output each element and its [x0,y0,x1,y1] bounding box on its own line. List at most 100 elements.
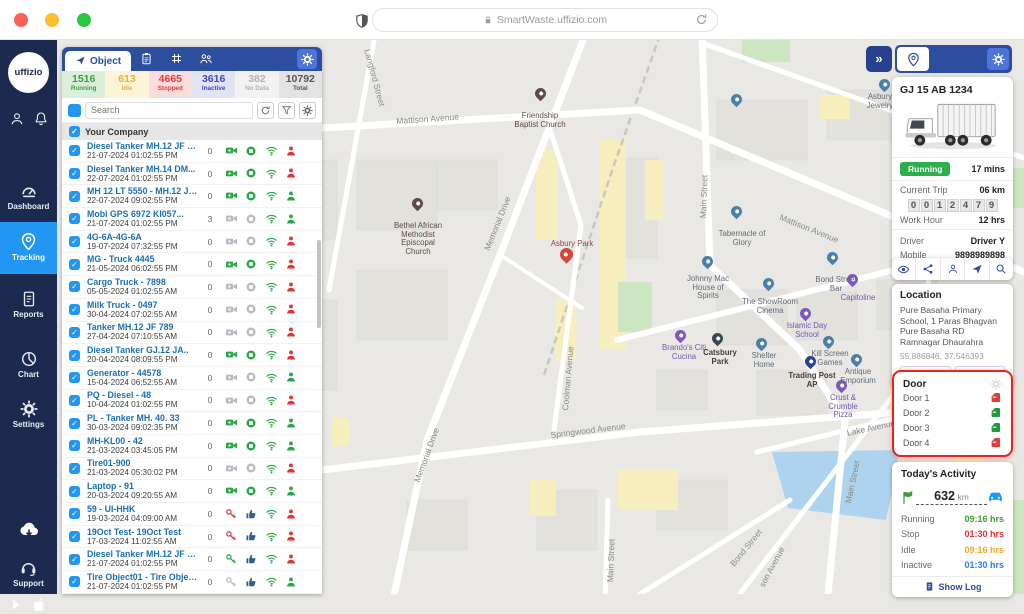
search-input[interactable] [85,102,253,119]
list-scrollbar[interactable] [317,240,321,328]
window-zoom-button[interactable] [77,13,91,27]
object-row[interactable]: ✓ Diesel Tanker MH.14 DM... 22-07-2024 0… [62,163,322,186]
address-bar[interactable]: SmartWaste.uffizio.com [372,8,718,32]
object-name[interactable]: Tire Object01 - Tire Object.... [87,572,199,582]
object-name[interactable]: 19Oct Test- 19Oct Test [87,527,199,537]
object-row[interactable]: ✓ PL - Tanker MH. 40. 33 30-03-2024 09:0… [62,412,322,435]
object-name[interactable]: Diesel Tanker MH.14 DM... [87,164,199,174]
driver-icon[interactable] [941,258,965,280]
status-count-cell[interactable]: 613 Idle [105,71,148,98]
object-name[interactable]: PL - Tanker MH. 40. 33 [87,413,199,423]
status-count-cell[interactable]: 4665 Stopped [149,71,192,98]
window-minimize-button[interactable] [45,13,59,27]
sidebar-item-chart[interactable]: Chart [0,344,57,387]
row-checkbox[interactable]: ✓ [69,463,80,474]
row-checkbox[interactable]: ✓ [69,576,80,587]
object-name[interactable]: MH 12 LT 5550 - MH.12 JF 7... [87,186,199,196]
row-checkbox[interactable]: ✓ [69,304,80,315]
list-settings-button[interactable] [299,102,316,119]
tab-groups[interactable] [191,50,221,68]
object-row[interactable]: ✓ Tire01-900 21-03-2024 05:30:02 PM 0 [62,458,322,481]
eye-icon[interactable] [892,258,916,280]
row-checkbox[interactable]: ✓ [69,327,80,338]
select-all-checkbox[interactable] [68,104,81,117]
object-row[interactable]: ✓ Diesel Tanker GJ.12 JA.. 20-04-2024 08… [62,344,322,367]
panel-settings-button[interactable] [297,49,317,69]
row-checkbox[interactable]: ✓ [69,418,80,429]
user-icon[interactable] [9,110,25,128]
window-close-button[interactable] [14,13,28,27]
vehicle-panel-settings-button[interactable] [987,48,1009,70]
row-checkbox[interactable]: ✓ [69,213,80,224]
cloud-download-icon[interactable] [0,518,57,540]
object-row[interactable]: ✓ Diesel Tanker MH.12 JF 7... 21-07-2024… [62,548,322,571]
navigate-icon[interactable] [965,258,989,280]
tab-grid[interactable] [161,50,191,68]
object-row[interactable]: ✓ Generator - 44578 15-04-2024 06:52:55 … [62,367,322,390]
object-name[interactable]: Cargo Truck - 7898 [87,277,199,287]
tab-clipboard[interactable] [131,50,161,68]
sidebar-item-settings[interactable]: Settings [0,394,57,437]
status-count-cell[interactable]: 3616 Inactive [192,71,235,98]
object-row[interactable]: ✓ Tire Object01 - Tire Object.... 21-07-… [62,571,322,594]
object-row[interactable]: ✓ Laptop - 91 20-03-2024 09:20:55 AM 0 [62,480,322,503]
status-count-cell[interactable]: 10792 Total [279,71,322,98]
object-row[interactable]: ✓ MH 12 LT 5550 - MH.12 JF 7... 22-07-20… [62,185,322,208]
row-checkbox[interactable]: ✓ [69,486,80,497]
object-row[interactable]: ✓ Diesel Tanker MH.12 JF 7... 21-07-2024… [62,140,322,163]
object-row[interactable]: ✓ MG - Truck 4445 21-05-2024 06:02:55 PM… [62,253,322,276]
row-checkbox[interactable]: ✓ [69,440,80,451]
bell-icon[interactable] [33,110,49,128]
shield-icon[interactable] [354,12,370,30]
object-name[interactable]: Mobi GPS 6972 KI057... [87,209,199,219]
object-row[interactable]: ✓ Milk Truck - 0497 30-04-2024 07:02:55 … [62,299,322,322]
row-checkbox[interactable]: ✓ [69,168,80,179]
object-row[interactable]: ✓ Mobi GPS 6972 KI057... 21-07-2024 01:0… [62,208,322,231]
reload-icon[interactable] [695,13,708,26]
filter-button[interactable] [278,102,295,119]
object-row[interactable]: ✓ 59 - UI-HHK 19-03-2024 04:09:00 AM 0 [62,503,322,526]
object-name[interactable]: Tanker MH.12 JF 789 [87,322,199,332]
status-count-cell[interactable]: 1516 Running [62,71,105,98]
object-name[interactable]: Milk Truck - 0497 [87,300,199,310]
panel-collapse-button[interactable]: » [866,46,892,72]
object-row[interactable]: ✓ Tanker MH.12 JF 789 27-04-2024 07:10:5… [62,322,322,345]
object-row[interactable]: ✓ PQ - Diesel - 48 10-04-2024 01:02:55 P… [62,390,322,413]
object-name[interactable]: Laptop - 91 [87,481,199,491]
object-row[interactable]: ✓ 4G-6A-4G-6A 19-07-2024 07:32:55 PM 0 [62,231,322,254]
apple-icon[interactable] [32,596,47,614]
find-icon[interactable] [990,258,1013,280]
row-checkbox[interactable]: ✓ [69,191,80,202]
object-name[interactable]: MG - Truck 4445 [87,254,199,264]
status-count-cell[interactable]: 382 No Data [235,71,278,98]
row-checkbox[interactable]: ✓ [69,531,80,542]
sidebar-item-tracking[interactable]: Tracking [0,222,57,274]
row-checkbox[interactable]: ✓ [69,395,80,406]
object-name[interactable]: 4G-6A-4G-6A [87,232,199,242]
object-row[interactable]: ✓ Cargo Truck - 7898 05-05-2024 01:02:55… [62,276,322,299]
row-checkbox[interactable]: ✓ [69,259,80,270]
row-checkbox[interactable]: ✓ [69,236,80,247]
object-name[interactable]: Diesel Tanker MH.12 JF 7... [87,141,199,151]
row-checkbox[interactable]: ✓ [69,372,80,383]
tab-object[interactable]: Object [65,51,131,71]
uffizio-logo[interactable]: uffizio [8,52,49,93]
tab-vehicle-location[interactable] [897,47,929,71]
row-checkbox[interactable]: ✓ [69,508,80,519]
object-row[interactable]: ✓ MH-KL00 - 42 21-03-2024 03:45:05 PM 0 [62,435,322,458]
object-row[interactable]: ✓ 19Oct Test- 19Oct Test 17-03-2024 11:0… [62,526,322,549]
row-checkbox[interactable]: ✓ [69,281,80,292]
object-name[interactable]: MH-KL00 - 42 [87,436,199,446]
object-name[interactable]: Tire01-900 [87,458,199,468]
show-log-button[interactable]: Show Log [892,576,1013,592]
google-play-icon[interactable] [10,596,23,614]
object-name[interactable]: 59 - UI-HHK [87,504,199,514]
row-checkbox[interactable]: ✓ [69,554,80,565]
row-checkbox[interactable]: ✓ [69,145,80,156]
door-settings-icon[interactable] [990,378,1002,390]
company-checkbox[interactable]: ✓ [69,126,80,137]
sidebar-item-reports[interactable]: Reports [0,284,57,327]
object-name[interactable]: PQ - Diesel - 48 [87,390,199,400]
company-group-row[interactable]: ✓ Your Company [62,123,322,140]
share-icon[interactable] [916,258,940,280]
